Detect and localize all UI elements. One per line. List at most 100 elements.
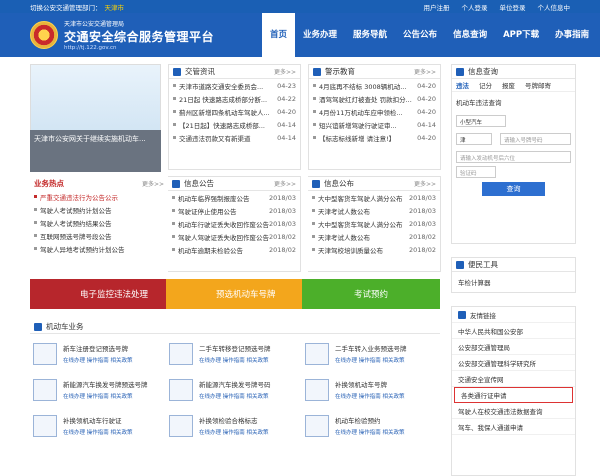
service-item[interactable]: 机动车检验预约 在线办理 操作指南 相关政策 <box>302 412 438 448</box>
list-item[interactable]: 机动车逾期未检验公告 2018/02 <box>168 243 300 256</box>
list-item[interactable]: 【21日起】快速路志成桥部... 04-14 <box>169 118 300 131</box>
list-item[interactable]: 天津市道路交通安全委员会... 04-23 <box>169 79 300 92</box>
panel-title: 友情链接 <box>470 311 496 320</box>
nav-query[interactable]: 信息查询 <box>445 13 495 57</box>
list-item[interactable]: 大中型客货车驾驶人满分公布 2018/03 <box>308 191 440 204</box>
list-item[interactable]: 【标志标线新增 请注意!】 04-20 <box>309 131 440 144</box>
link-item[interactable]: 公安部交通管理科学研究所 <box>452 355 575 371</box>
nav-service[interactable]: 服务导航 <box>345 13 395 57</box>
violation-bar[interactable]: 电子监控违法处理 <box>30 279 166 309</box>
list-item[interactable]: 大中型客货车驾驶人满分公布 2018/03 <box>308 217 440 230</box>
link-item[interactable]: 驾驶人在校交通违法数据查询 <box>452 403 575 419</box>
warning-icon <box>313 67 321 76</box>
top-bar: 切换公安交通管理部门： 天津市 用户注册 个人登录 单位登录 个人信息中 <box>0 0 600 13</box>
nav-app[interactable]: APP下载 <box>495 13 547 57</box>
list-item[interactable]: 严重交通违法行为公告公示 <box>30 190 168 203</box>
link-item[interactable]: 驾车、我保人通道申请 <box>452 419 575 435</box>
main-nav: 首页 业务办理 服务导航 公告公布 信息查询 APP下载 办事指南 <box>262 13 597 57</box>
exam-bar[interactable]: 考试预约 <box>302 279 440 309</box>
link-item[interactable]: 中华人民共和国公安部 <box>452 323 575 339</box>
list-item[interactable]: 驾驶人考试预约计划公告 <box>30 203 168 216</box>
tab-scrap[interactable]: 报废 <box>502 80 515 90</box>
nav-business[interactable]: 业务办理 <box>295 13 345 57</box>
vehicle-type-select[interactable]: 小型汽车 <box>456 115 506 127</box>
nav-home[interactable]: 首页 <box>262 13 296 57</box>
list-item[interactable]: 酒驾驾驶红灯被查处 罚款扣分... 04-20 <box>309 92 440 105</box>
list-item[interactable]: 互联网预选号牌号段公告 <box>30 229 168 242</box>
notice-icon <box>172 179 180 188</box>
panel-title: 信息公布 <box>324 179 354 188</box>
notice2-panel: 信息公布 更多>> 大中型客货车驾驶人满分公布 2018/03 天津考试人数公布 20… <box>308 176 441 272</box>
police-emblem-icon <box>30 21 58 49</box>
car-icon <box>305 343 329 365</box>
more-link[interactable]: 更多>> <box>274 67 296 76</box>
engine-input[interactable]: 请输入发动机号后六位 <box>456 151 571 163</box>
banner-caption[interactable]: 天津市公安网关于继续实施机动车... <box>30 130 161 172</box>
list-item[interactable]: 天津考试人数公布 2018/02 <box>308 230 440 243</box>
car-icon <box>169 379 193 401</box>
tab-points[interactable]: 记分 <box>479 80 492 90</box>
agency-name: 天津市公安交通管理局 <box>64 21 125 28</box>
service-item[interactable]: 补换领机动车号牌 在线办理 操作指南 相关政策 <box>302 376 438 412</box>
jingshi-panel: 警示教育 更多>> 4月底再不结标 3008辆机动... 04-20 酒驾驾驶红灯被… <box>308 64 441 170</box>
list-item[interactable]: 驾驶人考试预约结果公告 <box>30 216 168 229</box>
list-item[interactable]: 机动车临界强制报废公告 2018/03 <box>168 191 300 204</box>
list-item[interactable]: 交通违法罚款又有新渠道 04-14 <box>169 131 300 144</box>
register-link[interactable]: 用户注册 <box>424 2 450 12</box>
plate-input[interactable]: 请输入号牌号码 <box>500 133 571 145</box>
plate-icon <box>305 379 329 401</box>
list-item[interactable]: 驾驶证停止使用公告 2018/03 <box>168 204 300 217</box>
plate-bar[interactable]: 预选机动车号牌 <box>166 279 302 309</box>
plate-prefix-select[interactable]: 津 <box>456 133 492 145</box>
section-title: 机动车业务 <box>46 322 84 331</box>
tab-violation[interactable]: 违法 <box>456 80 469 90</box>
panel-title: 便民工具 <box>468 260 498 269</box>
list-item[interactable]: 机动车行驶证丢失收回作废公告 2018/03 <box>168 217 300 230</box>
more-link[interactable]: 更多>> <box>414 67 436 76</box>
personal-login-link[interactable]: 个人登录 <box>462 2 488 12</box>
link-icon <box>458 310 466 319</box>
query-button[interactable]: 查询 <box>482 182 545 196</box>
panel-title: 交管资讯 <box>185 67 215 76</box>
list-item[interactable]: 4月份11万机动车应申领检... 04-20 <box>309 105 440 118</box>
hot-panel: 业务热点 更多>> 严重交通违法行为公告公示 驾驶人考试预约计划公告 驾驶人考试预… <box>30 176 168 255</box>
more-link[interactable]: 更多>> <box>274 179 296 188</box>
tools-panel: 便民工具 车检计算器 <box>451 257 576 293</box>
list-item[interactable]: 蓟州区新增四条机动车驾驶人... 04-20 <box>169 105 300 118</box>
list-item[interactable]: 驾驶人异地考试预约计划公告 <box>30 242 168 255</box>
link-item[interactable]: 交通安全宣传网 <box>452 371 575 387</box>
personal-center-link[interactable]: 个人信息中 <box>538 2 571 12</box>
link-item[interactable]: 公安部交通管理局 <box>452 339 575 355</box>
panel-title: 信息查询 <box>468 67 498 76</box>
service-item[interactable]: 新车注册登记预选号牌 在线办理 操作指南 相关政策 <box>30 340 166 376</box>
service-item[interactable]: 二手车转入业务预选号牌 在线办理 操作指南 相关政策 <box>302 340 438 376</box>
car-icon <box>305 415 329 437</box>
service-item[interactable]: 新能源汽车换发号牌号码 在线办理 操作指南 相关政策 <box>166 376 302 412</box>
service-item[interactable]: 补换领检验合格标志 在线办理 操作指南 相关政策 <box>166 412 302 448</box>
list-item[interactable]: 天津考试人数公布 2018/03 <box>308 204 440 217</box>
tools-icon <box>456 260 464 269</box>
service-item[interactable]: 二手车转移登记预选号牌 在线办理 操作指南 相关政策 <box>166 340 302 376</box>
plate-label: 预选机动车号牌 <box>216 290 276 300</box>
nav-announcement[interactable]: 公告公布 <box>395 13 445 57</box>
list-item[interactable]: 驾驶人驾驶证丢失收回作废公告 2018/02 <box>168 230 300 243</box>
nav-guide[interactable]: 办事指南 <box>547 13 597 57</box>
exam-label: 考试预约 <box>354 290 389 300</box>
more-link[interactable]: 更多>> <box>142 179 164 188</box>
panel-title: 信息公告 <box>184 179 214 188</box>
panel-title: 业务热点 <box>34 178 64 188</box>
list-item[interactable]: 短兴谊新增驾驶行驶证审... 04-14 <box>309 118 440 131</box>
list-item[interactable]: 21日起 快速路志成桥部分断... 04-22 <box>169 92 300 105</box>
service-item[interactable]: 新能源汽车换发号牌预选号牌 在线办理 操作指南 相关政策 <box>30 376 166 412</box>
tab-mail[interactable]: 号牌邮寄 <box>525 80 551 90</box>
more-link[interactable]: 更多>> <box>414 179 436 188</box>
service-item[interactable]: 补换领机动车行驶证 在线办理 操作指南 相关政策 <box>30 412 166 448</box>
search-icon <box>456 67 464 76</box>
city-switch[interactable]: 天津市 <box>105 2 125 12</box>
link-item-highlighted[interactable]: 各类通行证申请 <box>454 387 573 403</box>
list-item[interactable]: 4月底再不结标 3008辆机动... 04-20 <box>309 79 440 92</box>
car-calculator-link[interactable]: 车检计算器 <box>452 272 575 292</box>
list-item[interactable]: 天津驾校培训质量公布 2018/02 <box>308 243 440 256</box>
captcha-input[interactable]: 验证码 <box>456 166 496 178</box>
unit-login-link[interactable]: 单位登录 <box>500 2 526 12</box>
